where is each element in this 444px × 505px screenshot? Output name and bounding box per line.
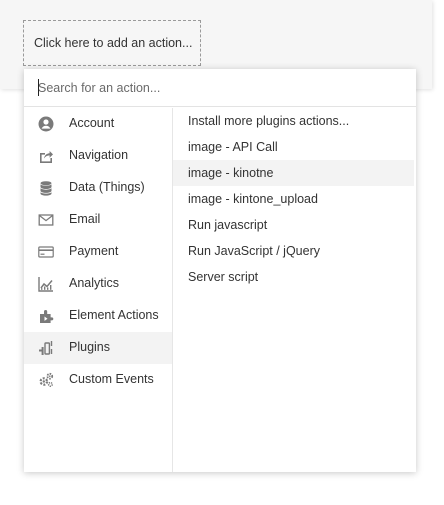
category-label: Account [69, 116, 115, 130]
category-payment[interactable]: Payment [24, 236, 172, 268]
category-label: Element Actions [69, 308, 159, 322]
action-run-javascript[interactable]: Run javascript [173, 212, 414, 238]
search-input[interactable] [38, 79, 398, 97]
custom-events-icon [37, 371, 55, 389]
database-icon [37, 179, 55, 197]
text-cursor [38, 79, 39, 96]
category-navigation[interactable]: Navigation [24, 140, 172, 172]
category-label: Custom Events [69, 372, 154, 386]
category-label: Payment [69, 244, 119, 258]
category-analytics[interactable]: Analytics [24, 268, 172, 300]
category-label: Analytics [69, 276, 120, 290]
action-install-more-plugins[interactable]: Install more plugins actions... [173, 108, 414, 134]
category-email[interactable]: Email [24, 204, 172, 236]
action-image-kintone-upload[interactable]: image - kintone_upload [173, 186, 414, 212]
action-image-api-call[interactable]: image - API Call [173, 134, 414, 160]
add-action-button[interactable]: Click here to add an action... [23, 20, 201, 66]
action-image-kinotne[interactable]: image - kinotne [173, 160, 414, 186]
action-label: image - kintone_upload [188, 192, 318, 206]
category-data-things[interactable]: Data (Things) [24, 172, 172, 204]
action-dropdown: Account Navigation Data (Things) Email P… [24, 69, 416, 472]
action-label: image - API Call [188, 140, 278, 154]
element-actions-icon [37, 307, 55, 325]
category-label: Email [69, 212, 101, 226]
action-list: Install more plugins actions... image - … [173, 108, 416, 472]
category-list: Account Navigation Data (Things) Email P… [24, 108, 173, 472]
analytics-icon [37, 275, 55, 293]
action-label: Server script [188, 270, 259, 284]
plugins-icon [37, 339, 55, 357]
action-server-script[interactable]: Server script [173, 264, 414, 290]
action-label: Run javascript [188, 218, 268, 232]
category-label: Data (Things) [69, 180, 145, 194]
category-label: Navigation [69, 148, 129, 162]
category-plugins[interactable]: Plugins [24, 332, 172, 364]
category-custom-events[interactable]: Custom Events [24, 364, 172, 396]
credit-card-icon [37, 243, 55, 261]
action-label: Install more plugins actions... [188, 114, 350, 128]
action-label: image - kinotne [188, 166, 274, 180]
action-run-javascript-jquery[interactable]: Run JavaScript / jQuery [173, 238, 414, 264]
navigation-icon [37, 147, 55, 165]
action-label: Run JavaScript / jQuery [188, 244, 320, 258]
category-label: Plugins [69, 340, 110, 354]
account-icon [37, 115, 55, 133]
category-account[interactable]: Account [24, 108, 172, 140]
category-element-actions[interactable]: Element Actions [24, 300, 172, 332]
email-icon [37, 211, 55, 229]
search-row [24, 69, 416, 107]
